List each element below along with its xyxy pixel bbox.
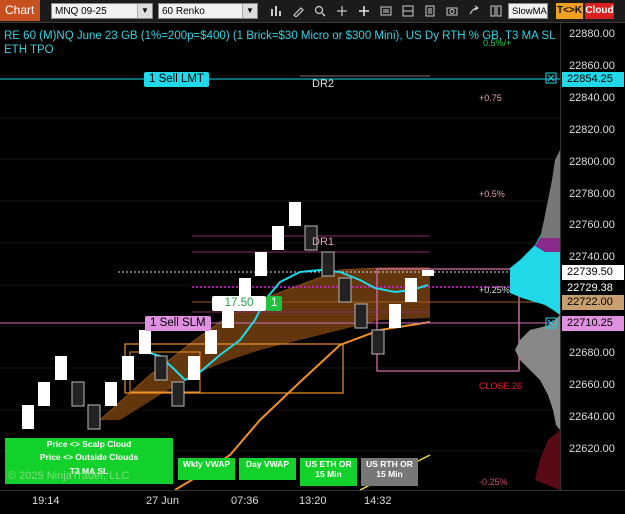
wkly-vwap-button[interactable]: Wkly VWAP [178, 458, 235, 480]
pct-025-label: +0.25% [479, 285, 510, 295]
renko-up-brick [405, 278, 417, 302]
price-tick-label: 22840.00 [569, 91, 615, 104]
ma-price-label: 22729.38 [562, 281, 624, 296]
instrument-value: MNQ 09-25 [55, 6, 107, 17]
price-tick-label: 22880.00 [569, 28, 615, 40]
renko-down-brick [371, 329, 385, 355]
us-eth-or-button[interactable]: US ETH OR 15 Min [300, 458, 357, 486]
sell-lmt-price-label: 22854.25 [562, 72, 624, 87]
price-tick-label: 22820.00 [569, 123, 615, 136]
properties-icon[interactable] [422, 3, 438, 19]
position-qty[interactable]: 1 [266, 296, 282, 311]
price-tick-label: 22740.00 [569, 251, 615, 264]
us-rth-or-button[interactable]: US RTH OR 15 Min [361, 458, 418, 486]
level-price-label: 22722.00 [562, 295, 624, 310]
renko-down-brick [154, 355, 168, 381]
chart-toolbar: Chart MNQ 09-25 ▼ 60 Renko ▼ SlowMA T<>K… [0, 0, 625, 23]
dr1-label: DR1 [312, 236, 335, 248]
period-selector[interactable]: 60 Renko ▼ [158, 3, 258, 19]
close-x-marker-1 [545, 72, 557, 84]
add-icon[interactable] [356, 3, 372, 19]
time-tick-label: 14:32 [364, 495, 392, 507]
cloud-button[interactable]: Cloud [585, 3, 614, 19]
chart-tab[interactable]: Chart [0, 0, 40, 21]
renko-up-brick [55, 356, 67, 380]
chart-trader-icon[interactable] [488, 3, 504, 19]
day-vwap-button[interactable]: Day VWAP [239, 458, 296, 480]
price-tick-label: 22760.00 [569, 219, 615, 232]
renko-up-brick [289, 202, 301, 226]
data-box-icon[interactable] [400, 3, 416, 19]
renko-down-brick [321, 251, 335, 277]
pct-top-label: 0.5%/+ [483, 38, 512, 48]
time-tick-label: 13:20 [299, 495, 327, 507]
price-tick-label: 22780.00 [569, 187, 615, 200]
close-label: CLOSE 26 [479, 381, 523, 391]
bar-chart-icon[interactable] [268, 3, 284, 19]
price-tick-label: 22860.00 [569, 59, 615, 72]
price-tick-label: 22680.00 [569, 347, 615, 359]
renko-down-brick [338, 277, 352, 303]
renko-up-brick [205, 330, 217, 354]
renko-up-brick [422, 270, 434, 276]
sell-slm-order[interactable]: 1 Sell SLM [145, 316, 211, 331]
tk-button[interactable]: T<>K [556, 3, 583, 19]
renko-down-brick [171, 381, 185, 407]
camera-icon[interactable] [444, 3, 460, 19]
chart-title: RE 60 (M)NQ June 23 GB (1%=200p=$400) (1… [4, 30, 556, 56]
sell-slm-price-label: 22710.25 [562, 316, 624, 331]
renko-up-brick [272, 226, 284, 250]
instrument-selector[interactable]: MNQ 09-25 ▼ [51, 3, 153, 19]
pct-neg025-label: -0.25% [479, 477, 508, 487]
zoom-icon[interactable] [312, 3, 328, 19]
indicator-value: SlowMA [512, 6, 547, 17]
dr2-label: DR2 [312, 78, 335, 90]
last-price-label: 22739.50 [562, 265, 624, 280]
chevron-down-icon: ▼ [242, 4, 257, 18]
pct-05-label: +0.5% [479, 189, 505, 199]
outside-clouds-button[interactable]: Price <> Outside Clouds [5, 451, 173, 464]
price-tick-label: 22800.00 [569, 155, 615, 168]
renko-up-brick [389, 304, 401, 328]
position-price[interactable]: 17.50 [212, 296, 266, 311]
indicator-selector[interactable]: SlowMA [508, 3, 548, 19]
crosshair-icon[interactable] [334, 3, 350, 19]
sell-lmt-order[interactable]: 1 Sell LMT [144, 72, 209, 87]
period-value: 60 Renko [162, 6, 205, 17]
time-tick-label: 27 Jun [146, 495, 180, 507]
renko-down-brick [87, 404, 101, 430]
copyright-text: © 2025 NinjaTrader, LLC [8, 470, 130, 482]
scalp-cloud-button[interactable]: Price <> Scalp Cloud [5, 438, 173, 451]
renko-up-brick [188, 356, 200, 380]
renko-up-brick [255, 252, 267, 276]
pct-075-label: +0.75 [479, 93, 502, 103]
renko-up-brick [139, 330, 151, 354]
chevron-down-icon: ▼ [137, 4, 152, 18]
price-tick-label: 22640.00 [569, 410, 615, 423]
renko-up-brick [122, 356, 134, 380]
price-tick-label: 22660.00 [569, 378, 615, 391]
pencil-icon[interactable] [290, 3, 306, 19]
renko-up-brick [38, 382, 50, 406]
time-tick-label: 19:14 [32, 495, 60, 507]
renko-up-brick [105, 382, 117, 406]
share-icon[interactable] [466, 3, 482, 19]
chart-panel[interactable] [0, 23, 560, 490]
strategy-icon[interactable] [378, 3, 394, 19]
chart-canvas [0, 34, 560, 490]
renko-down-brick [354, 303, 368, 329]
renko-down-brick [71, 381, 85, 407]
time-tick-label: 07:36 [231, 495, 259, 507]
price-tick-label: 22620.00 [569, 442, 615, 455]
renko-up-brick [22, 405, 34, 429]
